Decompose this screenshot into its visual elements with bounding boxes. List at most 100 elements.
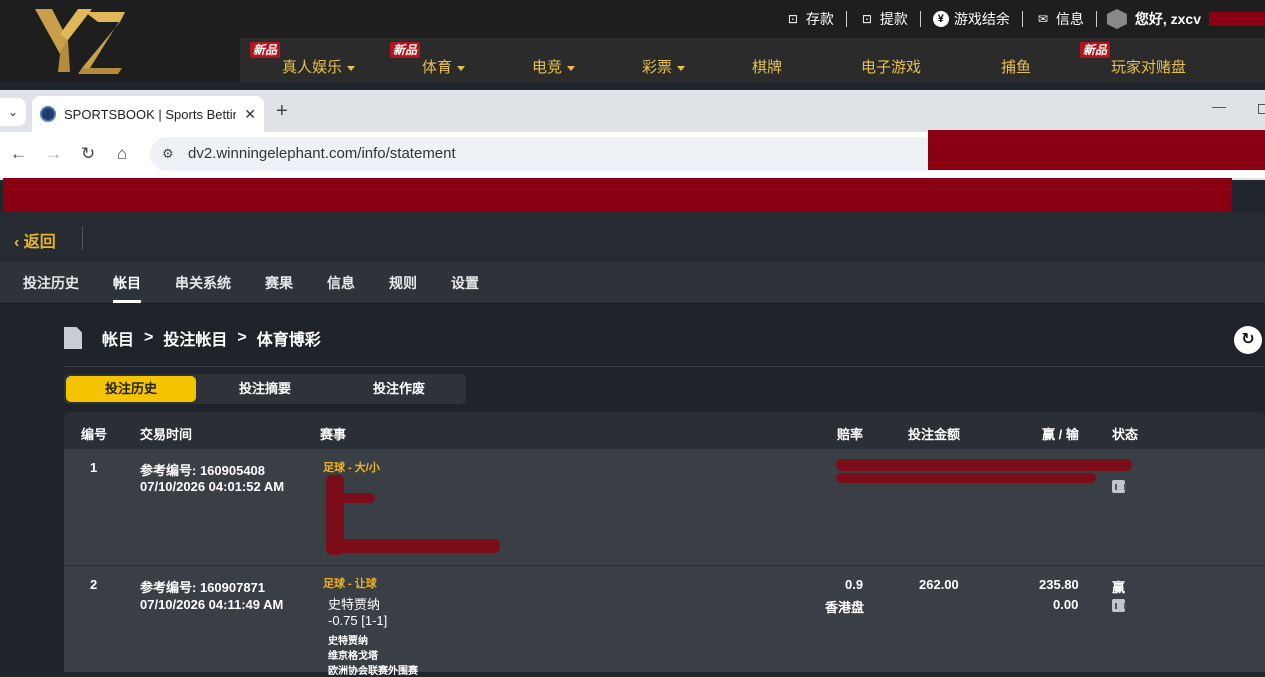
yen-coin-icon: ¥: [932, 11, 949, 27]
back-button[interactable]: ‹ 返回: [14, 228, 56, 252]
nav-label: 玩家对赌盘: [1111, 59, 1187, 76]
tab-settings[interactable]: 设置: [451, 273, 479, 293]
divider: [64, 366, 1265, 367]
site-settings-icon[interactable]: ⚙: [162, 146, 174, 162]
chevron-down-icon: [457, 65, 466, 71]
redaction-scribble: [836, 459, 1132, 471]
row-sport: 足球 - 大/小: [323, 462, 380, 474]
mail-icon: ✉: [1037, 12, 1048, 26]
deposit-link[interactable]: ⊡ 存款: [773, 11, 847, 27]
tab-messages[interactable]: 信息: [327, 273, 355, 293]
row-ref: 参考编号: 160907871: [140, 580, 266, 595]
forward-arrow-icon[interactable]: →: [45, 144, 62, 164]
tab-statement[interactable]: 帐目: [113, 273, 141, 303]
col-no: 编号: [81, 427, 108, 442]
balance-label: 游戏结余: [953, 11, 1010, 27]
col-time: 交易时间: [140, 427, 193, 442]
row-selection: 史特贾纳: [328, 597, 381, 612]
new-tab-button[interactable]: +: [276, 100, 288, 123]
main-tabs: 投注历史 帐目 串关系统 赛果 信息 规则 设置: [0, 262, 1265, 303]
nav-esports[interactable]: 电竞: [532, 56, 576, 77]
bar-chart-icon[interactable]: [1112, 480, 1126, 493]
minimize-icon[interactable]: —: [1212, 98, 1226, 114]
tab-bet-history[interactable]: 投注历史: [23, 273, 79, 293]
url-text: dv2.winningelephant.com/info/statement: [188, 145, 456, 162]
chevron-down-icon: [347, 65, 356, 71]
back-label: 返回: [23, 234, 56, 251]
top-links: ⊡ 存款 ⊡ 提款 ¥ 游戏结余 ✉ 信息 您好, zxcv: [773, 0, 1265, 38]
chevron-down-icon: [677, 65, 686, 71]
nav-label: 彩票: [642, 59, 673, 76]
bar-chart-icon[interactable]: [1112, 599, 1126, 612]
maximize-icon[interactable]: [1258, 104, 1265, 114]
breadcrumb-item[interactable]: 帐目: [102, 326, 134, 350]
nav-p2p-betting[interactable]: 玩家对赌盘: [1111, 56, 1186, 77]
row-odds-type: 香港盘: [825, 600, 865, 615]
nav-lottery[interactable]: 彩票: [642, 56, 686, 77]
bet-table: 编号 交易时间 赛事 赔率 投注金额 赢 / 输 状态 1 参考编号: 1609…: [64, 412, 1265, 677]
tab-search-button[interactable]: ⌄: [0, 98, 26, 126]
withdraw-link[interactable]: ⊡ 提款: [847, 11, 921, 27]
nav-sports[interactable]: 体育: [422, 56, 466, 77]
nav-label: 电子游戏: [861, 59, 922, 76]
row-away-team: 维京格戈塔: [328, 651, 378, 662]
chevron-left-icon: ‹: [14, 234, 20, 251]
segment-control: 投注历史 投注摘要 投注作废: [64, 374, 466, 404]
message-label: 信息: [1055, 11, 1084, 27]
redaction-scribble: [334, 539, 500, 553]
close-icon[interactable]: ✕: [244, 106, 256, 123]
row-no: 1: [90, 460, 98, 475]
nav-fishing[interactable]: 捕鱼: [1001, 56, 1031, 77]
new-badge-p2p: 新品: [1080, 42, 1111, 58]
table-row: 1 参考编号: 160905408 07/10/2026 04:01:52 AM…: [64, 448, 1265, 565]
tab-results[interactable]: 赛果: [265, 273, 293, 293]
browser-tab[interactable]: SPORTSBOOK | Sports Betting ✕: [32, 96, 264, 132]
col-stake: 投注金额: [908, 427, 961, 442]
breadcrumb-separator: >: [237, 329, 247, 346]
row-stake: 262.00: [919, 577, 959, 592]
message-link[interactable]: ✉ 信息: [1023, 11, 1097, 27]
sportsbook-app: ‹ 返回 投注历史 帐目 串关系统 赛果 信息 规则 设置 帐目 > 投注帐目 …: [0, 212, 1265, 677]
segment-bet-void[interactable]: 投注作废: [334, 376, 464, 402]
statement-content: 帐目 > 投注帐目 > 体育博彩 ↻ 投注历史 投注摘要 投注作废 编号 交易时…: [64, 302, 1265, 677]
row-handicap: -0.75 [1-1]: [328, 613, 388, 628]
row-home-team: 史特贾纳: [328, 636, 368, 647]
row-sport: 足球 - 让球: [323, 578, 377, 590]
tab-rules[interactable]: 规则: [389, 273, 417, 293]
nav-live-casino[interactable]: 真人娱乐: [282, 56, 356, 77]
segment-bet-history[interactable]: 投注历史: [66, 376, 196, 402]
col-winloss: 赢 / 输: [1042, 427, 1079, 442]
nav-label: 体育: [422, 59, 453, 76]
home-icon[interactable]: ⌂: [117, 144, 127, 164]
site-logo[interactable]: [30, 4, 130, 76]
breadcrumb-item[interactable]: 投注帐目: [163, 326, 227, 350]
nav-chess-cards[interactable]: 棋牌: [752, 56, 782, 77]
main-nav: 新品 真人娱乐 新品 体育 电竞 彩票 棋牌 电子游戏 捕鱼 新品 玩家对赌盘: [240, 38, 1265, 82]
row-no: 2: [90, 577, 98, 592]
refresh-button[interactable]: ↻: [1234, 326, 1262, 354]
reload-icon[interactable]: ↻: [81, 144, 95, 164]
tab-strip: ⌄ SPORTSBOOK | Sports Betting ✕ + —: [0, 90, 1265, 132]
nav-slots[interactable]: 电子游戏: [861, 56, 921, 77]
row-time: 07/10/2026 04:11:49 AM: [140, 597, 284, 612]
redaction-scribble: [339, 493, 375, 503]
breadcrumb-separator: >: [144, 329, 154, 346]
segment-bet-summary[interactable]: 投注摘要: [200, 376, 330, 402]
refresh-icon: ↻: [1241, 331, 1255, 348]
chevron-down-icon: [567, 65, 576, 71]
nav-label: 真人娱乐: [282, 59, 343, 76]
site-header: ⊡ 存款 ⊡ 提款 ¥ 游戏结余 ✉ 信息 您好, zxcv 新品 真人娱乐 新…: [0, 0, 1265, 82]
chevron-down-icon: ⌄: [7, 105, 19, 119]
new-badge-live: 新品: [250, 42, 281, 58]
row-loss: 0.00: [1053, 597, 1079, 612]
redaction-block: [928, 130, 1265, 170]
greeting: 您好, zxcv: [1134, 11, 1201, 27]
back-arrow-icon[interactable]: ←: [10, 144, 27, 164]
tab-parlay-system[interactable]: 串关系统: [175, 273, 231, 293]
status-badge: 赢: [1112, 580, 1126, 595]
row-odds: 0.9: [845, 577, 864, 592]
balance-link[interactable]: ¥ 游戏结余: [921, 11, 1023, 27]
deposit-icon: ⊡: [787, 12, 798, 26]
user-menu[interactable]: 您好, zxcv: [1097, 9, 1265, 29]
new-badge-sports: 新品: [390, 42, 421, 58]
